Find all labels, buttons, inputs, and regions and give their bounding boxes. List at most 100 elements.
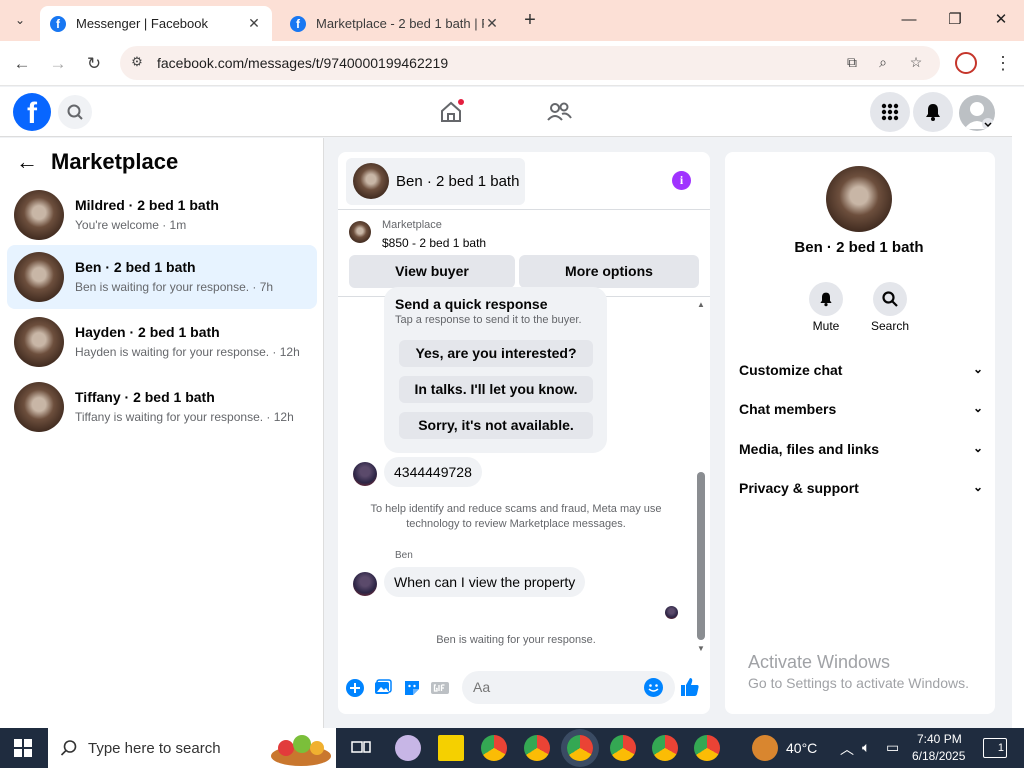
chat-details-panel: Ben · 2 bed 1 bath Mute Search Customize… — [725, 152, 995, 714]
facebook-logo-icon[interactable]: f — [13, 93, 51, 131]
tab-close-icon[interactable]: ✕ — [246, 15, 262, 32]
avatar — [353, 163, 389, 199]
conversation-item-hayden[interactable]: Hayden · 2 bed 1 bath Hayden is waiting … — [7, 310, 317, 374]
listing-label: Marketplace — [382, 219, 442, 231]
scroll-up-icon[interactable]: ▲ — [696, 300, 706, 309]
clock-time[interactable]: 7:40 PM — [917, 732, 962, 746]
mute-bell-icon[interactable] — [809, 282, 843, 316]
windows-start-icon[interactable] — [14, 739, 32, 757]
browser-menu-icon[interactable]: ⋮ — [994, 52, 1012, 74]
menu-grid-icon[interactable] — [870, 92, 910, 132]
network-icon[interactable]: ▭ — [886, 739, 899, 756]
chevron-down-icon: ⌄ — [972, 362, 983, 376]
chrome-icon[interactable] — [652, 735, 678, 761]
conversation-preview: Hayden is waiting for your response. · 1… — [75, 345, 300, 359]
browser-tab-strip: ⌄ f Messenger | Facebook ✕ f Marketplace… — [0, 0, 1024, 41]
bookmark-star-icon[interactable]: ☆ — [906, 54, 926, 74]
notification-center-icon[interactable]: 1 — [983, 738, 1007, 758]
new-tab-plus-icon[interactable]: + — [520, 9, 540, 31]
tab-messenger[interactable]: f Messenger | Facebook ✕ — [40, 6, 272, 41]
gif-icon[interactable] — [431, 679, 449, 697]
back-arrow-icon[interactable]: ← — [16, 150, 40, 174]
taskbar-search-box[interactable]: Type here to search — [48, 728, 336, 768]
profile-icon[interactable] — [955, 52, 977, 74]
chrome-icon[interactable] — [524, 735, 550, 761]
thumbs-up-icon[interactable] — [680, 677, 700, 697]
search-icon[interactable] — [873, 282, 907, 316]
quick-reply-interested-button[interactable]: Yes, are you interested? — [399, 340, 593, 367]
sender-name: Ben — [395, 550, 413, 561]
conversation-item-ben[interactable]: Ben · 2 bed 1 bath Ben is waiting for yo… — [7, 245, 317, 309]
avatar — [353, 572, 377, 596]
tab-search-chevron-icon[interactable]: ⌄ — [8, 8, 32, 32]
conversation-item-mildred[interactable]: Mildred · 2 bed 1 bath You're welcome · … — [7, 183, 317, 247]
address-url: facebook.com/messages/t/9740000199462219 — [157, 55, 449, 71]
conversation-name: Tiffany · 2 bed 1 bath — [75, 389, 215, 405]
weather-temperature[interactable]: 40°C — [786, 740, 817, 756]
chrome-icon[interactable] — [694, 735, 720, 761]
scroll-down-icon[interactable]: ▼ — [696, 644, 706, 653]
mute-label: Mute — [812, 319, 840, 333]
listing-thumbnail[interactable] — [349, 221, 371, 243]
plus-circle-icon[interactable] — [346, 679, 364, 697]
activate-windows-watermark: Activate Windows Go to Settings to activ… — [748, 652, 969, 691]
windows-taskbar: Type here to search 40°C ︿ 🔈︎ ▭ 7:40 PM … — [0, 728, 1024, 768]
customize-chat-section[interactable]: Customize chat ⌄ — [739, 362, 983, 386]
info-icon[interactable]: i — [672, 171, 691, 190]
clock-date[interactable]: 6/18/2025 — [912, 749, 965, 763]
search-icon[interactable] — [58, 95, 92, 129]
chat-members-section[interactable]: Chat members ⌄ — [739, 401, 983, 425]
privacy-support-section[interactable]: Privacy & support ⌄ — [739, 480, 983, 504]
home-icon[interactable] — [436, 97, 466, 127]
section-label: Chat members — [739, 401, 837, 417]
close-window-icon[interactable]: ✕ — [986, 6, 1016, 34]
message-bubble[interactable]: When can I view the property — [384, 567, 586, 597]
waiting-status: Ben is waiting for your response. — [436, 634, 596, 646]
maximize-icon[interactable]: ❐ — [940, 6, 970, 34]
notifications-bell-icon[interactable] — [913, 92, 953, 132]
paint-app-icon[interactable] — [395, 735, 421, 761]
media-files-links-section[interactable]: Media, files and links ⌄ — [739, 441, 983, 465]
chevron-down-icon: ⌄ — [972, 480, 983, 494]
section-label: Media, files and links — [739, 441, 880, 457]
back-arrow-icon[interactable]: ← — [9, 51, 35, 77]
quick-response-subtitle: Tap a response to send it to the buyer. — [395, 314, 582, 326]
account-avatar[interactable] — [959, 95, 995, 131]
avatar[interactable] — [826, 166, 892, 232]
section-label: Privacy & support — [739, 480, 859, 496]
site-settings-icon[interactable]: ⚙ — [128, 54, 146, 72]
quick-reply-not-available-button[interactable]: Sorry, it's not available. — [399, 412, 593, 439]
chat-header-button[interactable]: Ben · 2 bed 1 bath — [346, 158, 525, 205]
scroll-thumb[interactable] — [697, 472, 705, 640]
chat-scrollbar[interactable]: ▲ ▼ — [696, 300, 706, 656]
message-bubble[interactable]: 4344449728 — [384, 457, 482, 487]
minimize-icon[interactable]: — — [894, 6, 924, 34]
chrome-icon[interactable] — [481, 735, 507, 761]
tab-marketplace[interactable]: f Marketplace - 2 bed 1 bath | Fa ✕ — [280, 6, 510, 41]
conversation-item-tiffany[interactable]: Tiffany · 2 bed 1 bath Tiffany is waitin… — [7, 375, 317, 439]
weather-icon[interactable] — [752, 735, 778, 761]
zoom-icon[interactable]: ⌕ — [873, 54, 893, 74]
forward-arrow-icon[interactable]: → — [45, 51, 71, 77]
photo-icon[interactable] — [374, 679, 392, 697]
volume-icon[interactable]: 🔈︎ — [862, 739, 870, 756]
conversation-preview: Ben is waiting for your response. · 7h — [75, 280, 274, 294]
search-label: Search — [870, 319, 910, 333]
sticky-notes-icon[interactable] — [438, 735, 464, 761]
task-view-icon[interactable] — [348, 735, 374, 761]
chrome-icon[interactable] — [610, 735, 636, 761]
more-options-button[interactable]: More options — [519, 255, 699, 288]
page-scrollbar[interactable] — [1012, 87, 1024, 728]
emoji-icon[interactable] — [644, 678, 663, 697]
quick-reply-in-talks-button[interactable]: In talks. I'll let you know. — [399, 376, 593, 403]
tab-close-icon[interactable]: ✕ — [484, 15, 500, 32]
sticker-icon[interactable] — [403, 679, 421, 697]
show-hidden-icons-chevron-icon[interactable]: ︿ — [840, 739, 854, 759]
install-app-icon[interactable]: ⧉ — [842, 54, 862, 74]
view-buyer-button[interactable]: View buyer — [349, 255, 515, 288]
friends-icon[interactable] — [544, 97, 574, 127]
chrome-icon-active[interactable] — [567, 735, 593, 761]
reload-icon[interactable]: ↻ — [81, 51, 107, 77]
address-bar[interactable]: ⚙ facebook.com/messages/t/97400001994622… — [120, 46, 940, 80]
browser-toolbar: ← → ↻ ⚙ facebook.com/messages/t/97400001… — [0, 41, 1024, 86]
